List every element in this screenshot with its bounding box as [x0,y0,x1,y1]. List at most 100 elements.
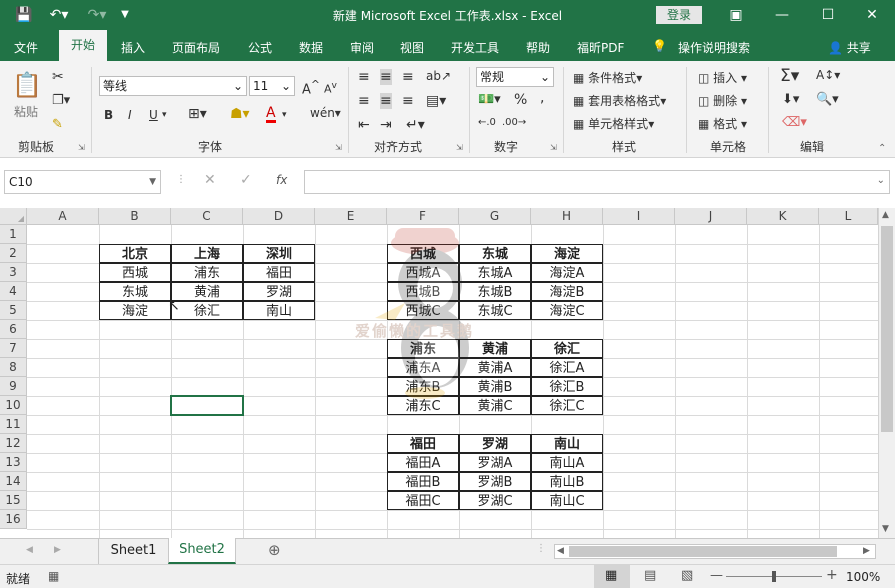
increase-indent-icon[interactable]: ⇥ [380,117,392,133]
zoom-in-icon[interactable]: + [826,567,838,583]
horizontal-scroll-thumb[interactable] [569,546,837,557]
table-cell[interactable]: 浦东 [171,263,243,282]
worksheet-grid[interactable]: ◢ ABCDEFGHIJKL 1 2 3 4 5 6 7 8 9 10 11 12 13 14 15 16 北… [0,208,878,538]
table-cell[interactable]: 罗湖B [459,472,531,491]
table-cell[interactable]: 黄浦B [459,377,531,396]
table-cell[interactable]: 东城C [459,301,531,320]
delete-cells-button[interactable]: ◫ 删除 ▾ [698,92,747,109]
cut-icon[interactable]: ✂ [52,69,64,85]
find-select-icon[interactable]: 🔍▾ [816,92,839,107]
scroll-down-icon[interactable]: ▼ [882,524,889,534]
border-icon[interactable]: ⊞▾ [188,106,207,122]
scroll-right-icon[interactable]: ▶ [863,546,870,556]
percent-button[interactable]: % [514,92,527,108]
tab-home[interactable]: 开始 [59,30,107,61]
login-button[interactable]: 登录 [656,6,702,24]
insert-cells-button[interactable]: ◫ 插入 ▾ [698,69,747,86]
align-left-icon[interactable]: ≡ [358,93,370,109]
close-icon[interactable]: ✕ [862,5,882,25]
italic-button[interactable]: I [128,108,132,122]
table-header-cell[interactable]: 北京 [99,244,171,263]
table-cell[interactable]: 徐汇B [531,377,603,396]
column-header-f[interactable]: F [387,208,459,225]
dialog-launcher-icon[interactable]: ⇲ [335,143,342,152]
table-header-cell[interactable]: 黄浦 [459,339,531,358]
tab-data[interactable]: 数据 [299,39,323,56]
column-header-d[interactable]: D [243,208,315,225]
column-header-c[interactable]: C [171,208,243,225]
table-cell[interactable]: 徐汇 [171,301,243,320]
tab-formulas[interactable]: 公式 [248,39,272,56]
table-cell[interactable]: 黄浦A [459,358,531,377]
enter-icon[interactable]: ✓ [240,172,252,188]
table-cell[interactable]: 海淀C [531,301,603,320]
table-cell[interactable]: 南山C [531,491,603,510]
autosum-icon[interactable]: Σ▾ [780,66,799,86]
orientation-icon[interactable]: ab↗ [426,69,451,83]
column-header-j[interactable]: J [675,208,747,225]
table-cell[interactable]: 福田C [387,491,459,510]
table-cell[interactable]: 海淀B [531,282,603,301]
scroll-left-icon[interactable]: ◀ [557,546,564,556]
column-header-h[interactable]: H [531,208,603,225]
column-header-g[interactable]: G [459,208,531,225]
font-name-select[interactable]: 等线 ⌄ [99,76,247,96]
name-box[interactable]: C10 ▼ [4,170,161,194]
table-cell[interactable]: 南山 [243,301,315,320]
expand-formula-icon[interactable]: ⌄ [877,175,885,186]
row-header-12[interactable]: 12 [0,434,27,453]
tab-insert[interactable]: 插入 [121,39,145,56]
table-cell[interactable]: 福田A [387,453,459,472]
table-header-cell[interactable]: 东城 [459,244,531,263]
sheet-tab-sheet1[interactable]: Sheet1 [98,539,168,564]
row-header-10[interactable]: 10 [0,396,27,415]
table-cell[interactable]: 浦东A [387,358,459,377]
table-cell[interactable]: 西城B [387,282,459,301]
add-sheet-icon[interactable]: ⊕ [268,541,281,559]
page-layout-view-icon[interactable]: ▤ [644,568,656,583]
normal-view-button[interactable]: ▦ [594,565,630,588]
dialog-launcher-icon[interactable]: ⇲ [456,143,463,152]
table-cell[interactable]: 罗湖A [459,453,531,472]
row-header-15[interactable]: 15 [0,491,27,510]
column-header-i[interactable]: I [603,208,675,225]
cell-styles-button[interactable]: ▦ 单元格样式▾ [573,115,654,132]
comma-button[interactable]: , [540,90,544,106]
fill-color-icon[interactable]: ☗▾ [230,106,250,122]
sheet-tab-sheet2[interactable]: Sheet2 [168,538,236,564]
tab-foxit-pdf[interactable]: 福昕PDF [577,39,624,56]
row-header-3[interactable]: 3 [0,263,27,282]
tab-page-layout[interactable]: 页面布局 [172,39,220,56]
format-as-table-button[interactable]: ▦ 套用表格格式▾ [573,92,666,109]
table-header-cell[interactable]: 浦东 [387,339,459,358]
font-size-select[interactable]: 11 ⌄ [249,76,295,96]
row-header-14[interactable]: 14 [0,472,27,491]
insert-function-button[interactable]: fx [276,173,287,187]
table-header-cell[interactable]: 海淀 [531,244,603,263]
table-cell[interactable]: 福田 [243,263,315,282]
page-break-view-icon[interactable]: ▧ [681,568,693,583]
next-sheet-icon[interactable]: ▶ [54,545,61,555]
row-header-5[interactable]: 5 [0,301,27,320]
row-header-16[interactable]: 16 [0,510,27,529]
chevron-down-icon[interactable]: ▾ [162,110,167,120]
table-cell[interactable]: 黄浦 [171,282,243,301]
font-color-icon[interactable]: A [266,106,276,123]
table-header-cell[interactable]: 徐汇 [531,339,603,358]
conditional-format-button[interactable]: ▦ 条件格式▾ [573,69,642,86]
table-cell[interactable]: 南山B [531,472,603,491]
align-center-icon[interactable]: ≡ [380,93,392,109]
currency-icon[interactable]: 💵▾ [478,92,501,107]
cancel-icon[interactable]: ✕ [204,172,216,188]
align-middle-icon[interactable]: ≡ [380,69,392,85]
table-cell[interactable]: 徐汇A [531,358,603,377]
column-header-a[interactable]: A [27,208,99,225]
table-header-cell[interactable]: 罗湖 [459,434,531,453]
share-button[interactable]: 👤 共享 [828,39,871,56]
table-cell[interactable]: 徐汇C [531,396,603,415]
row-header-11[interactable]: 11 [0,415,27,434]
tab-review[interactable]: 审阅 [350,39,374,56]
zoom-out-icon[interactable]: — [710,568,723,583]
tab-developer[interactable]: 开发工具 [451,39,499,56]
copy-icon[interactable]: ❐▾ [52,93,70,108]
